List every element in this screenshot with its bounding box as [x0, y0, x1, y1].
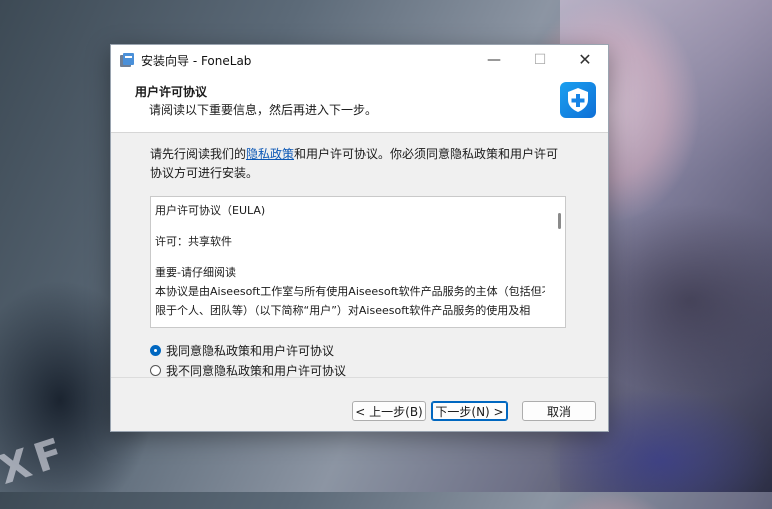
- disagree-radio[interactable]: [150, 365, 161, 376]
- agree-radio[interactable]: [150, 345, 161, 356]
- eula-text: 用户许可协议（EULA) 许可：共享软件 重要-请仔细阅读 本协议是由Aisee…: [155, 201, 545, 320]
- installer-window: 安装向导 - FoneLab — ☐ ✕ 用户许可协议 请阅读以下重要信息，然后…: [110, 44, 609, 432]
- minimize-icon: —: [487, 52, 501, 68]
- title-bar[interactable]: 安装向导 - FoneLab — ☐ ✕: [111, 45, 608, 75]
- back-button[interactable]: < 上一步(B): [352, 401, 426, 421]
- eula-textbox[interactable]: 用户许可协议（EULA) 许可：共享软件 重要-请仔细阅读 本协议是由Aisee…: [150, 196, 566, 328]
- window-title: 安装向导 - FoneLab: [141, 54, 252, 68]
- cancel-button[interactable]: 取消: [522, 401, 596, 421]
- privacy-policy-link[interactable]: 隐私政策: [246, 147, 294, 161]
- close-button[interactable]: ✕: [562, 45, 608, 75]
- eula-line: 用户许可协议（EULA): [155, 204, 266, 217]
- wallpaper-text: XF: [0, 428, 75, 494]
- scrollbar-thumb[interactable]: [558, 213, 561, 229]
- intro-before-link: 请先行阅读我们的: [150, 147, 247, 161]
- eula-line: 限于个人、团队等）（以下简称“用户”）对Aiseesoft软件产品服务的使用及相: [155, 304, 531, 317]
- wizard-footer: < 上一步(B) 下一步(N) > 取消: [111, 377, 608, 432]
- page-title: 用户许可协议: [135, 85, 208, 99]
- wizard-content: 请先行阅读我们的隐私政策和用户许可协议。你必须同意隐私政策和用户许可协议方可进行…: [111, 133, 608, 378]
- agree-label[interactable]: 我同意隐私政策和用户许可协议: [166, 342, 334, 360]
- wizard-header: 用户许可协议 请阅读以下重要信息，然后再进入下一步。: [111, 75, 608, 133]
- close-icon: ✕: [578, 50, 592, 69]
- fonelab-plus-shield-icon: [560, 82, 596, 118]
- maximize-icon: ☐: [533, 52, 547, 68]
- eula-scrollbar[interactable]: [553, 197, 565, 327]
- eula-line: 本协议是由Aiseesoft工作室与所有使用Aiseesoft软件产品服务的主体…: [155, 285, 545, 298]
- page-subtitle: 请阅读以下重要信息，然后再进入下一步。: [149, 103, 378, 117]
- app-icon: [119, 52, 135, 68]
- eula-line: 重要-请仔细阅读: [155, 266, 236, 279]
- minimize-button[interactable]: —: [471, 45, 517, 75]
- next-button[interactable]: 下一步(N) >: [431, 401, 508, 421]
- maximize-button[interactable]: ☐: [517, 45, 563, 75]
- eula-line: 许可：共享软件: [155, 235, 232, 248]
- intro-text: 请先行阅读我们的隐私政策和用户许可协议。你必须同意隐私政策和用户许可协议方可进行…: [150, 145, 570, 183]
